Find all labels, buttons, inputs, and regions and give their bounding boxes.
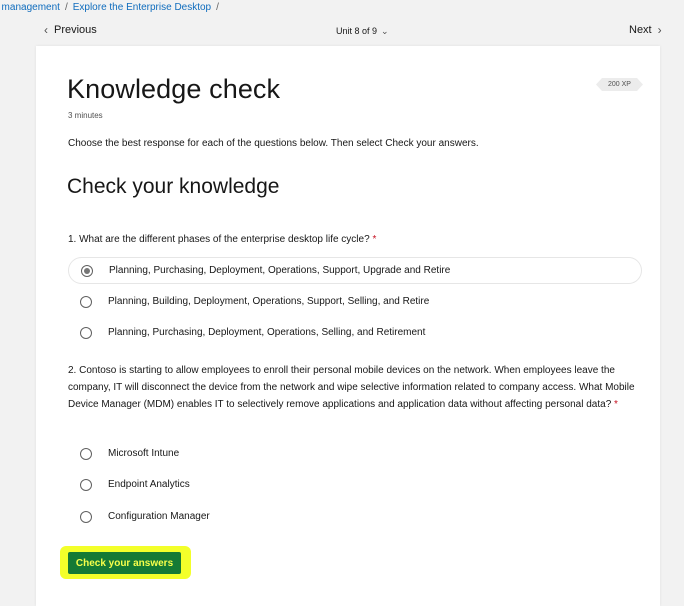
section-title: Check your knowledge — [67, 175, 280, 198]
question-text: 2. Contoso is starting to allow employee… — [68, 365, 635, 410]
chevron-left-icon: ‹ — [44, 23, 48, 37]
intro-text-start: Choose the best response for each of the… — [68, 138, 386, 149]
option-label: Planning, Purchasing, Deployment, Operat… — [109, 265, 451, 276]
previous-label: Previous — [54, 24, 97, 36]
radio-icon[interactable] — [80, 447, 92, 460]
duration-label: 3 minutes — [68, 111, 103, 120]
question-2: 2. Contoso is starting to allow employee… — [68, 362, 648, 413]
option-label: Planning, Building, Deployment, Operatio… — [108, 296, 430, 307]
option-label: Planning, Purchasing, Deployment, Operat… — [108, 327, 426, 338]
unit-label: Unit 8 of 9 — [336, 26, 378, 36]
chevron-down-icon: ⌄ — [381, 25, 389, 36]
question-text: 1. What are the different phases of the … — [68, 234, 370, 245]
breadcrumb-separator: / — [64, 1, 68, 13]
question-1: 1. What are the different phases of the … — [68, 231, 648, 248]
question-2-option-2[interactable]: Endpoint Analytics — [68, 471, 642, 498]
question-1-option-2[interactable]: Planning, Building, Deployment, Operatio… — [68, 288, 642, 315]
breadcrumb-link-module[interactable]: t management — [0, 2, 60, 13]
radio-icon[interactable] — [80, 326, 92, 339]
question-1-option-1[interactable]: Planning, Purchasing, Deployment, Operat… — [68, 257, 642, 284]
required-marker: * — [372, 234, 377, 245]
option-label: Endpoint Analytics — [108, 479, 190, 490]
breadcrumb-separator: / — [216, 1, 219, 13]
required-marker: * — [614, 399, 618, 410]
radio-icon[interactable] — [80, 510, 92, 523]
breadcrumb: t management / Explore the Enterprise De… — [0, 0, 224, 14]
question-2-option-3[interactable]: Configuration Manager — [68, 503, 642, 530]
intro-text: Choose the best response for each of the… — [68, 138, 479, 149]
check-answers-button[interactable]: Check your answers — [68, 552, 181, 574]
xp-badge: 200 XP — [596, 78, 643, 91]
question-2-option-1[interactable]: Microsoft Intune — [68, 440, 642, 467]
previous-button[interactable]: ‹ Previous — [44, 24, 97, 36]
radio-selected-icon[interactable] — [81, 264, 93, 277]
intro-text-end: . — [475, 138, 479, 149]
question-1-option-3[interactable]: Planning, Purchasing, Deployment, Operat… — [68, 319, 642, 346]
next-label: Next — [629, 24, 652, 36]
unit-navigation: ‹ Previous Unit 8 of 9 ⌄ Next › — [0, 20, 684, 46]
option-label: Microsoft Intune — [108, 448, 180, 459]
option-label: Configuration Manager — [108, 511, 210, 522]
unit-selector[interactable]: Unit 8 of 9 ⌄ — [336, 26, 389, 36]
chevron-right-icon: › — [657, 23, 662, 37]
next-button[interactable]: Next › — [629, 24, 662, 36]
page-title: Knowledge check — [67, 74, 281, 104]
radio-icon[interactable] — [80, 295, 92, 308]
intro-text-bold: Check your answers — [385, 138, 476, 149]
radio-icon[interactable] — [80, 478, 92, 491]
breadcrumb-link-unit[interactable]: Explore the Enterprise Desktop — [73, 2, 211, 13]
